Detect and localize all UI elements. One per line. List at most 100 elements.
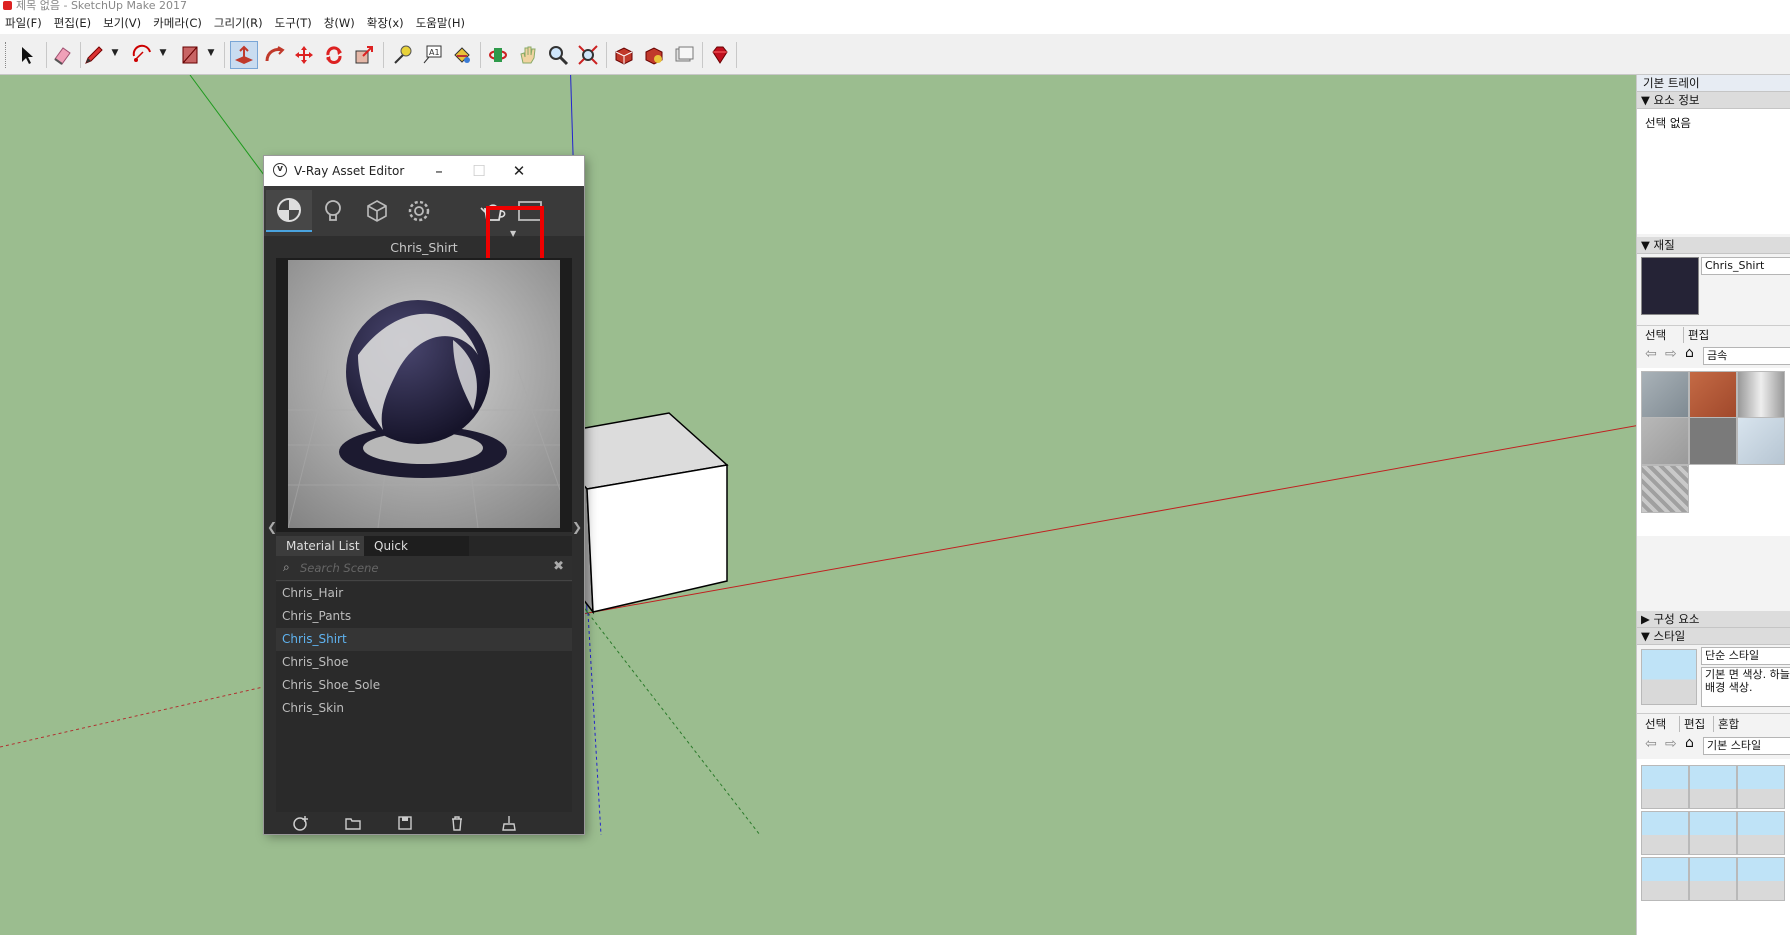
style-library-select[interactable]: 기본 스타일	[1703, 737, 1790, 755]
style-thumbnail[interactable]	[1641, 811, 1689, 855]
style-back-arrow-icon[interactable]: ⇦	[1645, 736, 1657, 752]
tab-style-select[interactable]: 선택	[1645, 716, 1666, 732]
list-item[interactable]: Chris_Shoe	[276, 651, 572, 674]
style-thumbnail[interactable]	[1737, 811, 1785, 855]
tab-quick-settings[interactable]: Quick Settings	[364, 536, 469, 573]
select-tool-button[interactable]	[13, 41, 41, 69]
orbit-tool-button[interactable]	[484, 41, 512, 69]
list-item[interactable]: Chris_Skin	[276, 697, 572, 720]
minimize-button[interactable]: –	[427, 160, 451, 182]
rectangle-dropdown[interactable]: ▼	[206, 48, 216, 62]
material-name-field[interactable]: Chris_Shirt	[1701, 257, 1790, 275]
style-forward-arrow-icon[interactable]: ⇨	[1665, 736, 1677, 752]
menu-camera[interactable]: 카메라(C)	[148, 15, 209, 31]
arc-tool-button[interactable]	[128, 41, 156, 69]
follow-me-tool-button[interactable]	[260, 41, 288, 69]
menu-file[interactable]: 파일(F)	[0, 15, 49, 31]
material-swatch[interactable]	[1641, 417, 1689, 465]
style-thumbnail[interactable]	[1641, 857, 1689, 901]
material-swatch-current[interactable]	[1641, 257, 1699, 315]
style-thumbnail[interactable]	[1737, 857, 1785, 901]
list-item[interactable]: Chris_Hair	[276, 582, 572, 605]
ruby-console-button[interactable]	[706, 41, 734, 69]
rectangle-tool-button[interactable]	[176, 41, 204, 69]
material-swatch[interactable]	[1737, 371, 1785, 419]
extension-warehouse-button[interactable]	[640, 41, 668, 69]
3d-viewport[interactable]	[0, 75, 1636, 935]
maximize-button[interactable]: ☐	[467, 160, 491, 182]
style-home-icon[interactable]: ⌂	[1685, 735, 1694, 751]
tape-measure-tool-button[interactable]	[388, 41, 416, 69]
layout-button[interactable]	[670, 41, 698, 69]
tab-settings[interactable]	[396, 190, 442, 232]
close-button[interactable]: ✕	[507, 160, 531, 182]
material-swatch[interactable]	[1641, 371, 1689, 419]
purge-button[interactable]	[500, 815, 518, 831]
style-thumbnail[interactable]	[1689, 857, 1737, 901]
scale-tool-button[interactable]	[350, 41, 378, 69]
material-swatch[interactable]	[1737, 417, 1785, 465]
pencil-dropdown[interactable]: ▼	[110, 48, 120, 62]
tab-style-mix[interactable]: 혼합	[1713, 716, 1739, 732]
tab-geometry[interactable]	[354, 190, 400, 232]
vray-title-bar[interactable]: v V-Ray Asset Editor – ☐ ✕	[264, 156, 584, 186]
eraser-icon	[54, 47, 71, 65]
material-preview[interactable]	[288, 260, 560, 528]
delete-button[interactable]	[448, 815, 466, 831]
style-thumbnail[interactable]	[1641, 765, 1689, 809]
material-library-select[interactable]: 금속	[1703, 347, 1790, 365]
styles-header[interactable]: ▼ 스타일	[1637, 628, 1790, 645]
3d-warehouse-button[interactable]	[610, 41, 638, 69]
menu-view[interactable]: 보기(V)	[98, 15, 148, 31]
arc-dropdown[interactable]: ▼	[158, 48, 168, 62]
style-thumbnail[interactable]	[1689, 811, 1737, 855]
material-swatch[interactable]	[1689, 371, 1737, 419]
menu-window[interactable]: 창(W)	[319, 15, 362, 31]
back-arrow-icon[interactable]: ⇦	[1645, 346, 1657, 362]
pencil-tool-button[interactable]	[80, 41, 108, 69]
tab-material-edit[interactable]: 편집	[1683, 327, 1709, 343]
save-button[interactable]	[396, 815, 414, 831]
tab-material-select[interactable]: 선택	[1645, 327, 1666, 343]
material-swatch[interactable]	[1641, 465, 1689, 513]
menu-draw[interactable]: 그리기(R)	[209, 15, 270, 31]
pan-tool-button[interactable]	[514, 41, 542, 69]
forward-arrow-icon[interactable]: ⇨	[1665, 346, 1677, 362]
toolbar-grip[interactable]	[5, 42, 9, 68]
style-thumbnail[interactable]	[1689, 765, 1737, 809]
list-item[interactable]: Chris_Pants	[276, 605, 572, 628]
style-name-field[interactable]: 단순 스타일	[1701, 647, 1790, 665]
tab-style-edit[interactable]: 편집	[1679, 716, 1705, 732]
preview-right-arrow[interactable]: ❯	[572, 520, 582, 534]
zoom-tool-button[interactable]	[544, 41, 572, 69]
menu-help[interactable]: 도움말(H)	[411, 15, 472, 31]
tab-materials[interactable]	[266, 190, 312, 232]
list-item[interactable]: Chris_Shoe_Sole	[276, 674, 572, 697]
entity-info-header[interactable]: ▼ 요소 정보	[1637, 92, 1790, 109]
eraser-tool-button[interactable]	[48, 41, 76, 69]
home-icon[interactable]: ⌂	[1685, 345, 1694, 361]
material-swatch[interactable]	[1689, 417, 1737, 465]
menu-edit[interactable]: 편집(E)	[49, 15, 98, 31]
text-tool-button[interactable]: A1	[418, 41, 446, 69]
list-item-selected[interactable]: Chris_Shirt	[276, 628, 572, 651]
menu-extensions[interactable]: 확장(x)	[362, 15, 411, 31]
clear-search-icon[interactable]: ✖	[553, 559, 564, 574]
push-pull-tool-button[interactable]	[230, 41, 258, 69]
menu-tools[interactable]: 도구(T)	[270, 15, 319, 31]
style-description[interactable]: 기본 면 색상. 하늘/배경 색상.	[1701, 667, 1790, 707]
add-material-button[interactable]	[292, 815, 310, 831]
tab-material-list[interactable]: Material List	[276, 536, 370, 556]
search-input[interactable]	[298, 558, 542, 578]
zoom-extents-tool-button[interactable]	[574, 41, 602, 69]
rotate-tool-button[interactable]	[320, 41, 348, 69]
materials-header[interactable]: ▼ 재질	[1637, 237, 1790, 254]
paint-bucket-tool-button[interactable]	[448, 41, 476, 69]
components-header[interactable]: ▶ 구성 요소	[1637, 611, 1790, 628]
open-file-button[interactable]	[344, 815, 362, 831]
tab-lights[interactable]	[310, 190, 356, 232]
vray-asset-editor-dialog: v V-Ray Asset Editor – ☐ ✕ ▼ Chris_Shirt	[264, 156, 584, 834]
move-tool-button[interactable]	[290, 41, 318, 69]
preview-left-arrow[interactable]: ❮	[267, 520, 277, 534]
style-thumbnail[interactable]	[1737, 765, 1785, 809]
